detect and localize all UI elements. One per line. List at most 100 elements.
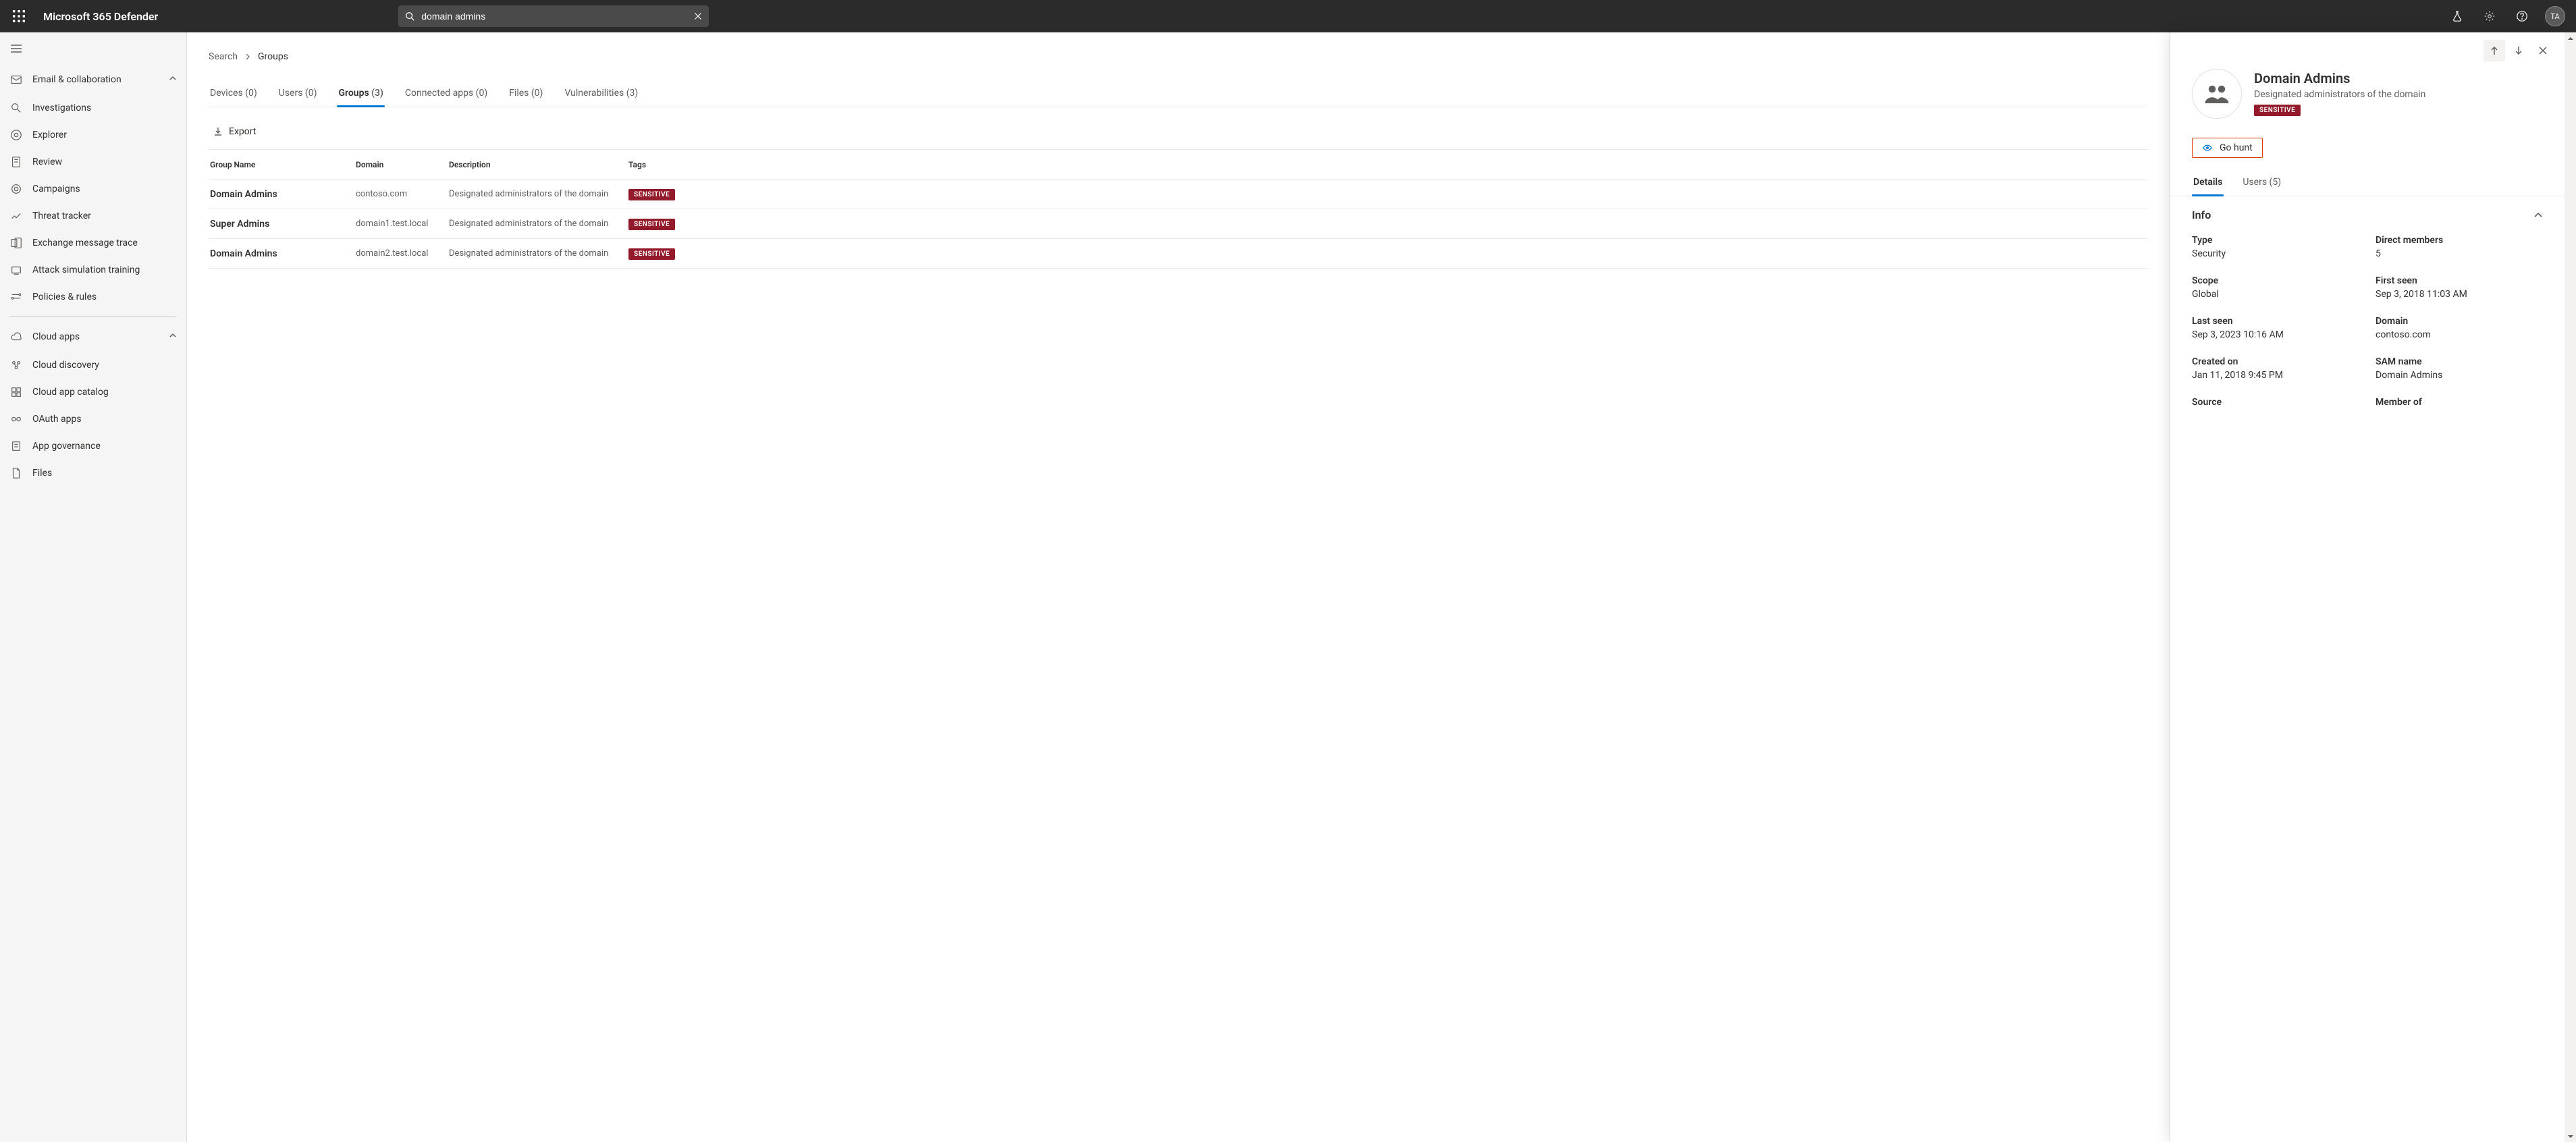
people-icon <box>2203 80 2231 108</box>
panel-subtitle: Designated administrators of the domain <box>2254 89 2425 100</box>
tab-connected-apps[interactable]: Connected apps (0) <box>404 81 489 107</box>
nav-item-review[interactable]: Review <box>0 148 186 175</box>
attack-sim-icon <box>9 264 23 276</box>
group-icon <box>2192 69 2242 119</box>
topbar: Microsoft 365 Defender TA <box>0 0 2576 32</box>
help-button[interactable] <box>2507 0 2537 32</box>
info-first-seen: First seen Sep 3, 2018 11:03 AM <box>2376 275 2543 300</box>
info-domain: Domain contoso.com <box>2376 316 2543 340</box>
catalog-icon <box>9 386 23 398</box>
nav-item-exchange-trace[interactable]: Exchange message trace <box>0 229 186 256</box>
nav-item-campaigns[interactable]: Campaigns <box>0 175 186 202</box>
nav-item-explorer[interactable]: Explorer <box>0 121 186 148</box>
settings-button[interactable] <box>2475 0 2504 32</box>
nav-item-app-governance[interactable]: App governance <box>0 433 186 460</box>
nav-item-threat-tracker[interactable]: Threat tracker <box>0 202 186 229</box>
panel-tab-users[interactable]: Users (5) <box>2241 170 2282 196</box>
details-panel: Domain Admins Designated administrators … <box>2170 32 2565 1142</box>
app-launcher-button[interactable] <box>5 0 32 32</box>
panel-section-title: Info <box>2192 209 2211 221</box>
main-content: Search Groups Devices (0) Users (0) Grou… <box>187 32 2170 1142</box>
info-grid: Type Security Direct members 5 Scope Glo… <box>2170 231 2565 427</box>
waffle-icon <box>13 10 25 22</box>
sensitive-badge: SENSITIVE <box>628 189 675 200</box>
tab-files[interactable]: Files (0) <box>508 81 544 107</box>
info-member-of: Member of <box>2376 397 2543 410</box>
help-icon <box>2516 10 2528 22</box>
clear-search-button[interactable] <box>694 12 702 20</box>
column-header-tags[interactable]: Tags <box>628 160 2148 169</box>
breadcrumb: Search Groups <box>209 51 2148 62</box>
cell-tags: SENSITIVE <box>628 218 2148 230</box>
table-toolbar: Export <box>209 119 2148 150</box>
user-avatar[interactable]: TA <box>2545 6 2565 26</box>
nav-item-investigations[interactable]: Investigations <box>0 94 186 121</box>
download-icon <box>213 126 223 137</box>
hunt-icon <box>2202 142 2213 153</box>
info-direct-members: Direct members 5 <box>2376 235 2543 259</box>
arrow-down-icon <box>2513 45 2524 56</box>
review-icon <box>9 156 23 168</box>
chevron-up-icon <box>169 331 177 342</box>
chevron-right-icon <box>244 53 251 60</box>
search-input[interactable] <box>421 11 702 22</box>
nav-item-cloud-discovery[interactable]: Cloud discovery <box>0 352 186 379</box>
info-sam-name: SAM name Domain Admins <box>2376 356 2543 381</box>
breadcrumb-current: Groups <box>258 51 288 62</box>
arrow-up-icon <box>2489 45 2500 56</box>
tab-users[interactable]: Users (0) <box>277 81 319 107</box>
breadcrumb-root[interactable]: Search <box>209 51 238 62</box>
nav-toggle-button[interactable] <box>0 32 186 65</box>
exchange-icon <box>9 237 23 249</box>
go-hunt-button[interactable]: Go hunt <box>2192 138 2263 158</box>
nav-item-attack-sim[interactable]: Attack simulation training <box>0 256 186 283</box>
column-header-domain[interactable]: Domain <box>356 160 449 169</box>
top-right-actions: TA <box>2442 0 2571 32</box>
nav-item-files[interactable]: Files <box>0 460 186 487</box>
campaigns-icon <box>9 183 23 195</box>
product-name: Microsoft 365 Defender <box>43 10 158 23</box>
cell-desc: Designated administrators of the domain <box>449 248 628 259</box>
nav-divider <box>9 316 177 317</box>
table-row[interactable]: Super Admins domain1.test.local Designat… <box>209 209 2148 239</box>
info-created-on: Created on Jan 11, 2018 9:45 PM <box>2192 356 2359 381</box>
panel-title: Domain Admins <box>2254 69 2425 88</box>
panel-tabs: Details Users (5) <box>2170 170 2565 196</box>
export-button[interactable]: Export <box>209 124 260 140</box>
panel-nav-up-button[interactable] <box>2484 40 2505 61</box>
governance-icon <box>9 440 23 452</box>
tab-groups[interactable]: Groups (3) <box>337 81 384 107</box>
table-row[interactable]: Domain Admins contoso.com Designated adm… <box>209 180 2148 209</box>
column-header-desc[interactable]: Description <box>449 160 628 169</box>
panel-nav-down-button[interactable] <box>2508 40 2529 61</box>
nav-item-policies[interactable]: Policies & rules <box>0 283 186 310</box>
table-row[interactable]: Domain Admins domain2.test.local Designa… <box>209 239 2148 269</box>
scroll-up-button[interactable] <box>2565 32 2576 44</box>
info-scope: Scope Global <box>2192 275 2359 300</box>
chevron-up-icon <box>169 74 177 85</box>
nav-section-label: Cloud apps <box>32 331 80 342</box>
scroll-down-button[interactable] <box>2565 1131 2576 1142</box>
cell-desc: Designated administrators of the domain <box>449 219 628 229</box>
labs-button[interactable] <box>2442 0 2472 32</box>
result-tabs: Devices (0) Users (0) Groups (3) Connect… <box>209 81 2148 107</box>
left-navigation: Email & collaboration Investigations Exp… <box>0 32 187 1142</box>
tab-devices[interactable]: Devices (0) <box>209 81 259 107</box>
nav-item-oauth-apps[interactable]: OAuth apps <box>0 406 186 433</box>
policies-icon <box>9 291 23 303</box>
threat-tracker-icon <box>9 210 23 222</box>
nav-item-cloud-catalog[interactable]: Cloud app catalog <box>0 379 186 406</box>
info-source: Source <box>2192 397 2359 410</box>
panel-close-button[interactable] <box>2532 40 2554 61</box>
panel-tab-details[interactable]: Details <box>2192 170 2224 196</box>
global-search[interactable] <box>398 5 709 27</box>
nav-section-cloud-apps[interactable]: Cloud apps <box>0 322 186 352</box>
cell-name: Super Admins <box>209 219 356 229</box>
gear-icon <box>2484 10 2496 22</box>
nav-section-email[interactable]: Email & collaboration <box>0 65 186 94</box>
window-scrollbar[interactable] <box>2565 32 2576 1142</box>
tab-vulnerabilities[interactable]: Vulnerabilities (3) <box>563 81 639 107</box>
column-header-name[interactable]: Group Name <box>209 160 356 169</box>
panel-section-info-toggle[interactable]: Info <box>2170 196 2565 231</box>
panel-toolbar <box>2170 32 2565 69</box>
